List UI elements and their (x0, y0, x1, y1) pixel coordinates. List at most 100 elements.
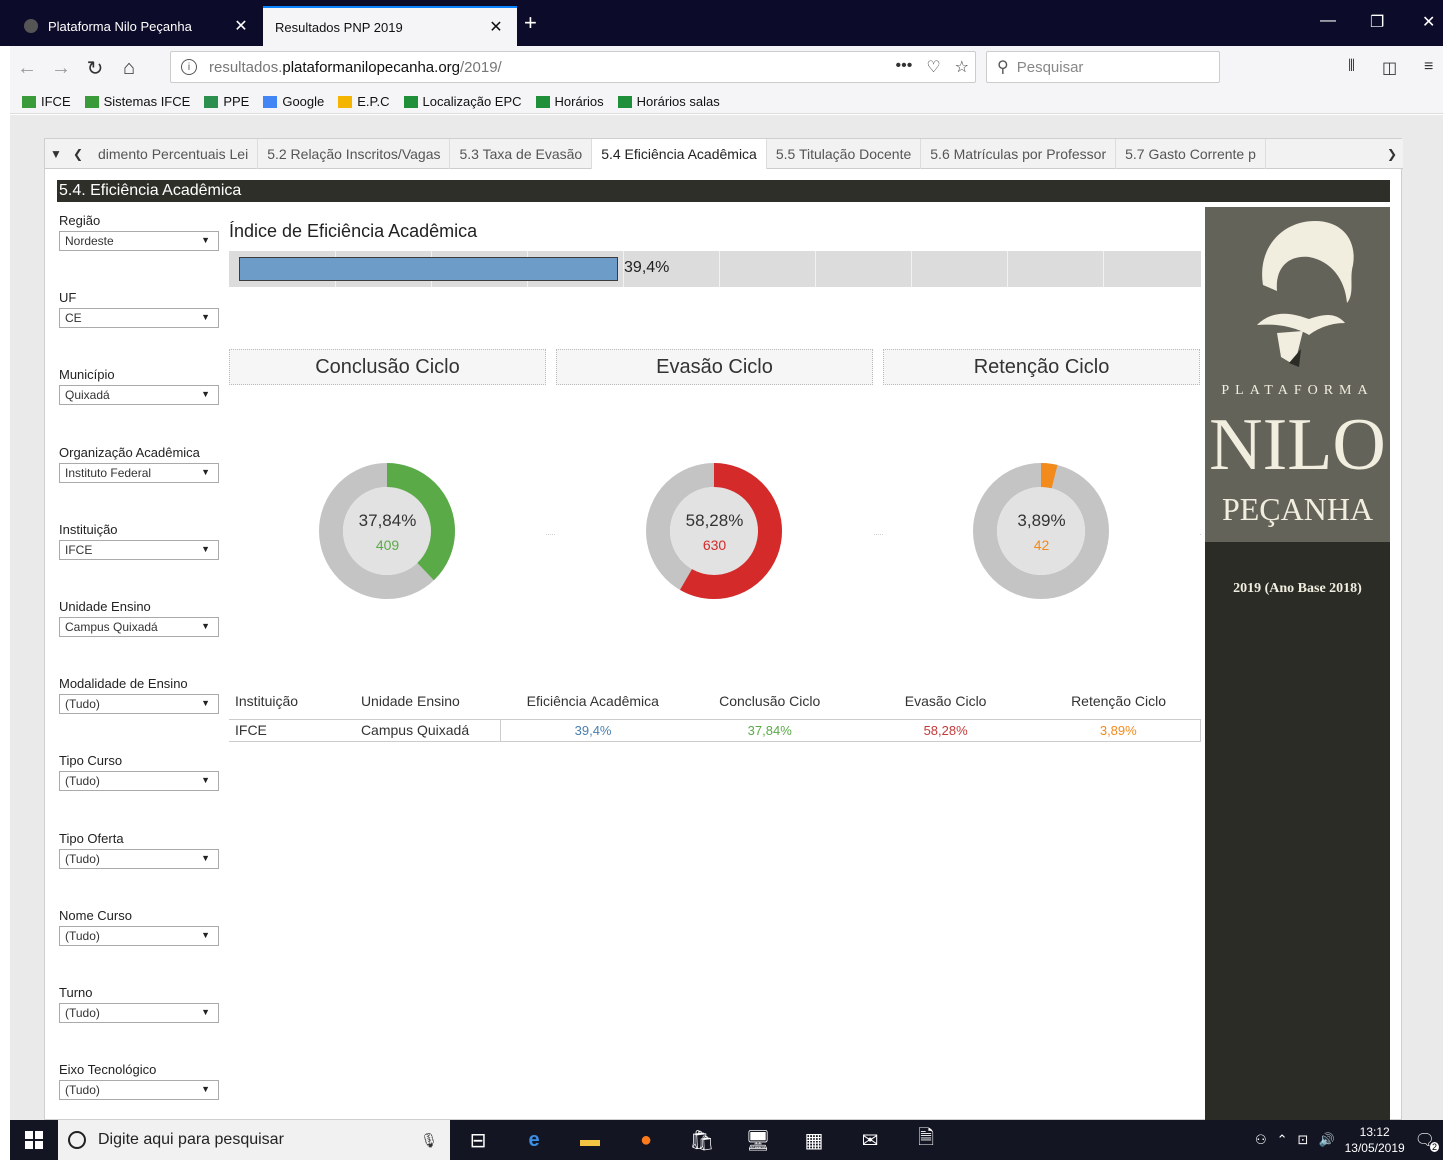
windows-taskbar: Digite aqui para pesquisar 🎙 ⊟ e ▬ ● 🛍 🖥… (10, 1120, 1443, 1160)
close-icon[interactable]: ✕ (487, 17, 505, 37)
more-actions-icon[interactable]: ••• (896, 57, 913, 77)
store-icon[interactable]: 🛍 (674, 1120, 730, 1160)
tabs-scroll-right-icon[interactable]: ❯ (1381, 147, 1403, 161)
taskbar-search-placeholder: Digite aqui para pesquisar (98, 1131, 284, 1148)
people-icon[interactable]: ⚇ (1255, 1132, 1267, 1148)
file-explorer-icon[interactable]: ▬ (562, 1120, 618, 1160)
sheet-tab[interactable]: 5.7 Gasto Corrente p (1116, 138, 1266, 169)
index-bar[interactable] (239, 257, 619, 281)
menu-icon[interactable]: ≡ (1424, 58, 1433, 76)
bookmark-item[interactable]: Horários (535, 94, 604, 109)
filter-select[interactable]: CE ▼ (59, 308, 219, 329)
reload-icon[interactable]: ↻ (78, 53, 112, 83)
firefox-icon[interactable]: ● (618, 1120, 674, 1160)
home-icon[interactable]: ⌂ (112, 53, 146, 83)
dropdown-arrow-icon: ▼ (201, 389, 210, 400)
grid-line (911, 251, 912, 287)
close-window-icon[interactable]: ✕ (1422, 12, 1435, 32)
filter-label: Tipo Oferta (59, 830, 124, 846)
library-icon[interactable]: ⦀ (1348, 58, 1355, 76)
filter-select[interactable]: (Tudo) ▼ (59, 771, 219, 792)
bookmark-item[interactable]: PPE (204, 94, 249, 109)
logo-year: 2019 (Ano Base 2018) (1233, 581, 1362, 596)
filter-select[interactable]: Instituto Federal ▼ (59, 462, 219, 483)
start-button[interactable] (10, 1120, 58, 1160)
clock[interactable]: 13:12 13/05/2019 (1345, 1124, 1405, 1156)
bookmark-item[interactable]: Localização EPC (403, 94, 522, 109)
remote-desktop-icon[interactable]: 🖥 (730, 1120, 786, 1160)
task-view-icon[interactable]: ⊟ (450, 1120, 506, 1160)
pocket-icon[interactable]: ♡ (926, 57, 940, 77)
filter-value: (Tudo) (65, 851, 100, 866)
search-input[interactable]: ⚲ Pesquisar (986, 51, 1220, 83)
filter-0: Região Nordeste ▼ (59, 213, 219, 251)
back-arrow-icon[interactable]: ← (10, 53, 44, 83)
column-header[interactable]: Unidade Ensino (354, 683, 501, 720)
filter-5: Unidade Ensino Campus Quixadá ▼ (59, 599, 219, 637)
notepad-icon[interactable]: 🗎 (898, 1120, 954, 1160)
bookmark-item[interactable]: Sistemas IFCE (84, 94, 190, 109)
plus-icon (617, 95, 632, 108)
taskbar-search-input[interactable]: Digite aqui para pesquisar 🎙 (58, 1120, 450, 1160)
filter-select[interactable]: (Tudo) ▼ (59, 694, 219, 715)
table-cell: 58,28% (854, 719, 1031, 742)
sheet-tab[interactable]: 5.2 Relação Inscritos/Vagas (258, 138, 451, 169)
new-tab-button[interactable]: + (524, 10, 537, 36)
volume-icon[interactable]: 🔊 (1318, 1132, 1334, 1148)
table-row[interactable]: IFCE Campus Quixadá 39,4% 37,84% 58,28% 3,89% (229, 719, 1201, 742)
dropdown-arrow-icon: ▼ (201, 312, 210, 323)
browser-tab[interactable]: Plataforma Nilo Peçanha ✕ (12, 6, 262, 46)
column-header[interactable]: Conclusão Ciclo (678, 683, 855, 720)
filter-value: Campus Quixadá (65, 620, 158, 634)
filter-1: UF CE ▼ (59, 290, 219, 329)
filter-select[interactable]: Nordeste ▼ (59, 231, 219, 251)
restore-icon[interactable]: ❐ (1370, 12, 1384, 32)
notification-center-icon[interactable]: 🗨 2 (1415, 1130, 1439, 1152)
donut-chart[interactable] (556, 391, 873, 671)
forward-arrow-icon[interactable]: → (44, 53, 78, 83)
sidebar-icon[interactable]: ◫ (1382, 58, 1397, 78)
show-hidden-icons-icon[interactable]: ⌃ (1277, 1132, 1288, 1148)
bookmark-item[interactable]: IFCE (22, 94, 71, 109)
microphone-icon[interactable]: 🎙 (420, 1132, 438, 1149)
sheet-tabs: ▼ ❮ dimento Percentuais Lei 5.2 Relação I… (45, 138, 1403, 169)
sheet-tab[interactable]: 5.5 Titulação Docente (767, 138, 922, 169)
filter-select[interactable]: (Tudo) ▼ (59, 925, 219, 946)
info-icon[interactable]: i (181, 59, 197, 75)
filter-select[interactable]: IFCE ▼ (59, 539, 219, 560)
filter-select[interactable]: (Tudo) ▼ (59, 1003, 219, 1023)
bookmark-star-icon[interactable]: ☆ (955, 57, 969, 77)
minimize-icon[interactable]: — (1320, 12, 1336, 30)
mail-icon[interactable]: ✉ (842, 1120, 898, 1160)
close-icon[interactable]: ✕ (232, 16, 250, 36)
filter-select[interactable]: Campus Quixadá ▼ (59, 617, 219, 637)
donut-count-label: 409 (375, 537, 400, 553)
filter-select[interactable]: (Tudo) ▼ (59, 848, 219, 869)
column-header[interactable]: Instituição (229, 683, 355, 720)
windows-logo-icon (25, 1131, 43, 1149)
column-header[interactable]: Evasão Ciclo (854, 683, 1031, 720)
browser-tab-strip: Plataforma Nilo Peçanha ✕ Resultados PNP… (0, 0, 1443, 46)
bookmark-item[interactable]: E.P.C (338, 94, 390, 109)
filter-7: Tipo Curso (Tudo) ▼ (59, 753, 219, 792)
bookmark-item[interactable]: Horários salas (617, 94, 720, 109)
donut-chart[interactable] (229, 391, 546, 671)
sheet-tab[interactable]: 5.6 Matrículas por Professor (921, 138, 1117, 169)
tabs-dropdown-icon[interactable]: ▼ (45, 147, 67, 161)
network-icon[interactable]: ⊡ (1298, 1132, 1309, 1148)
column-header[interactable]: Retenção Ciclo (1030, 683, 1201, 720)
filter-select[interactable]: Quixadá ▼ (59, 385, 219, 406)
drive-icon (338, 95, 353, 108)
url-bar[interactable]: i resultados. plataformanilopecanha.org/2… (170, 51, 976, 83)
calculator-icon[interactable]: ▦ (786, 1120, 842, 1160)
tabs-scroll-left-icon[interactable]: ❮ (67, 147, 89, 161)
sheet-tab[interactable]: 5.4 Eficiência Acadêmica (592, 138, 767, 169)
browser-tab-active[interactable]: Resultados PNP 2019 ✕ (263, 6, 517, 46)
column-header[interactable]: Eficiência Acadêmica (500, 683, 679, 720)
bookmark-item[interactable]: Google (263, 94, 324, 109)
edge-icon[interactable]: e (506, 1120, 562, 1160)
sheet-tab[interactable]: dimento Percentuais Lei (89, 138, 259, 169)
filter-select[interactable]: (Tudo) ▼ (59, 1080, 219, 1101)
donut-chart[interactable] (883, 391, 1200, 671)
sheet-tab[interactable]: 5.3 Taxa de Evasão (450, 138, 593, 169)
